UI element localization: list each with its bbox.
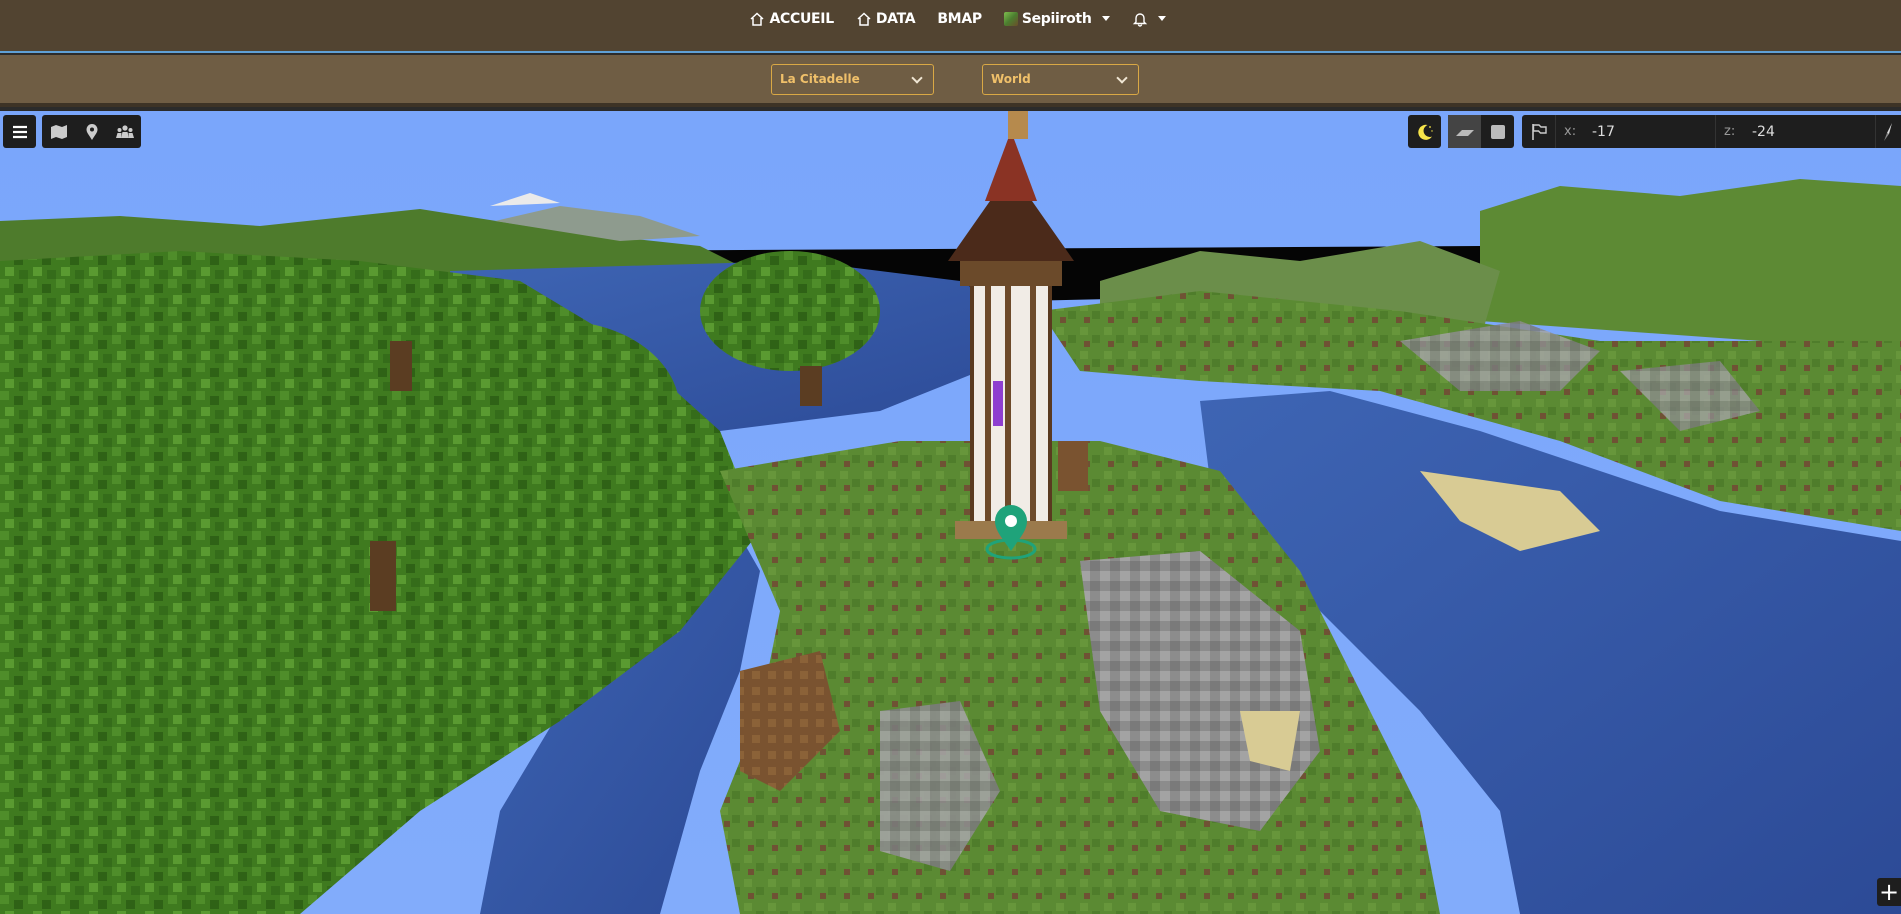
coordinates-bar: x: -17 z: -24 — [1522, 115, 1901, 148]
map-toggle-button[interactable] — [42, 115, 75, 148]
nav-data-label: DATA — [875, 10, 916, 27]
view-mode-controls — [1448, 115, 1514, 148]
nav-bmap-label: BMAP — [937, 10, 982, 27]
world-select-value: World — [991, 72, 1031, 86]
notifications-dropdown[interactable] — [1132, 11, 1166, 27]
home-icon — [857, 11, 871, 26]
markers-toggle-button[interactable] — [75, 115, 108, 148]
players-toggle-button[interactable] — [108, 115, 141, 148]
map-icon — [50, 124, 67, 139]
chevron-down-icon — [1101, 16, 1110, 21]
z-coordinate-field[interactable]: z: -24 — [1715, 115, 1875, 148]
map-scene[interactable] — [0, 111, 1901, 914]
bell-icon — [1132, 12, 1147, 27]
menu-icon — [12, 125, 27, 138]
chevron-down-icon — [1116, 72, 1128, 84]
nav-accueil-label: ACCUEIL — [769, 10, 834, 27]
server-select[interactable]: La Citadelle — [771, 64, 934, 95]
flat-icon — [1490, 124, 1505, 139]
nav-data-link[interactable]: DATA — [856, 10, 916, 27]
menu-button[interactable] — [3, 115, 36, 148]
flat-view-button[interactable] — [1481, 115, 1514, 148]
server-select-value: La Citadelle — [780, 72, 860, 86]
home-icon — [750, 11, 764, 26]
chevron-down-icon — [1157, 16, 1166, 21]
compass-icon — [1883, 122, 1892, 141]
compass-button[interactable] — [1875, 115, 1899, 148]
layer-controls — [42, 115, 141, 148]
chevron-down-icon — [911, 72, 923, 84]
marker-icon — [86, 123, 97, 140]
goto-flag-button[interactable] — [1522, 115, 1555, 148]
nav-accueil-link[interactable]: ACCUEIL — [749, 10, 834, 27]
night-mode-button[interactable] — [1408, 115, 1441, 148]
user-name: Sepiiroth — [1021, 10, 1092, 27]
world-select[interactable]: World — [982, 64, 1139, 95]
daylight-control — [1408, 115, 1441, 148]
perspective-view-button[interactable] — [1448, 115, 1481, 148]
x-coordinate-value[interactable]: -17 — [1586, 124, 1615, 140]
zoom-in-button[interactable]: + — [1877, 878, 1901, 906]
top-navbar: ACCUEIL DATA BMAP Sepiiroth — [0, 0, 1901, 53]
user-menu-dropdown[interactable]: Sepiiroth — [1003, 10, 1110, 27]
x-coordinate-label: x: — [1564, 124, 1577, 139]
menu-control — [3, 115, 36, 148]
map-viewport[interactable]: x: -17 z: -24 + — [0, 111, 1901, 914]
z-coordinate-label: z: — [1724, 124, 1736, 139]
z-coordinate-value[interactable]: -24 — [1746, 124, 1775, 140]
players-icon — [115, 124, 134, 138]
map-selector-bar: La Citadelle World — [0, 55, 1901, 107]
avatar — [1003, 11, 1018, 26]
x-coordinate-field[interactable]: x: -17 — [1555, 115, 1715, 148]
nav-bmap-link[interactable]: BMAP — [937, 11, 982, 27]
flag-icon — [1531, 123, 1547, 140]
moon-icon — [1417, 124, 1433, 140]
perspective-icon — [1455, 129, 1474, 136]
